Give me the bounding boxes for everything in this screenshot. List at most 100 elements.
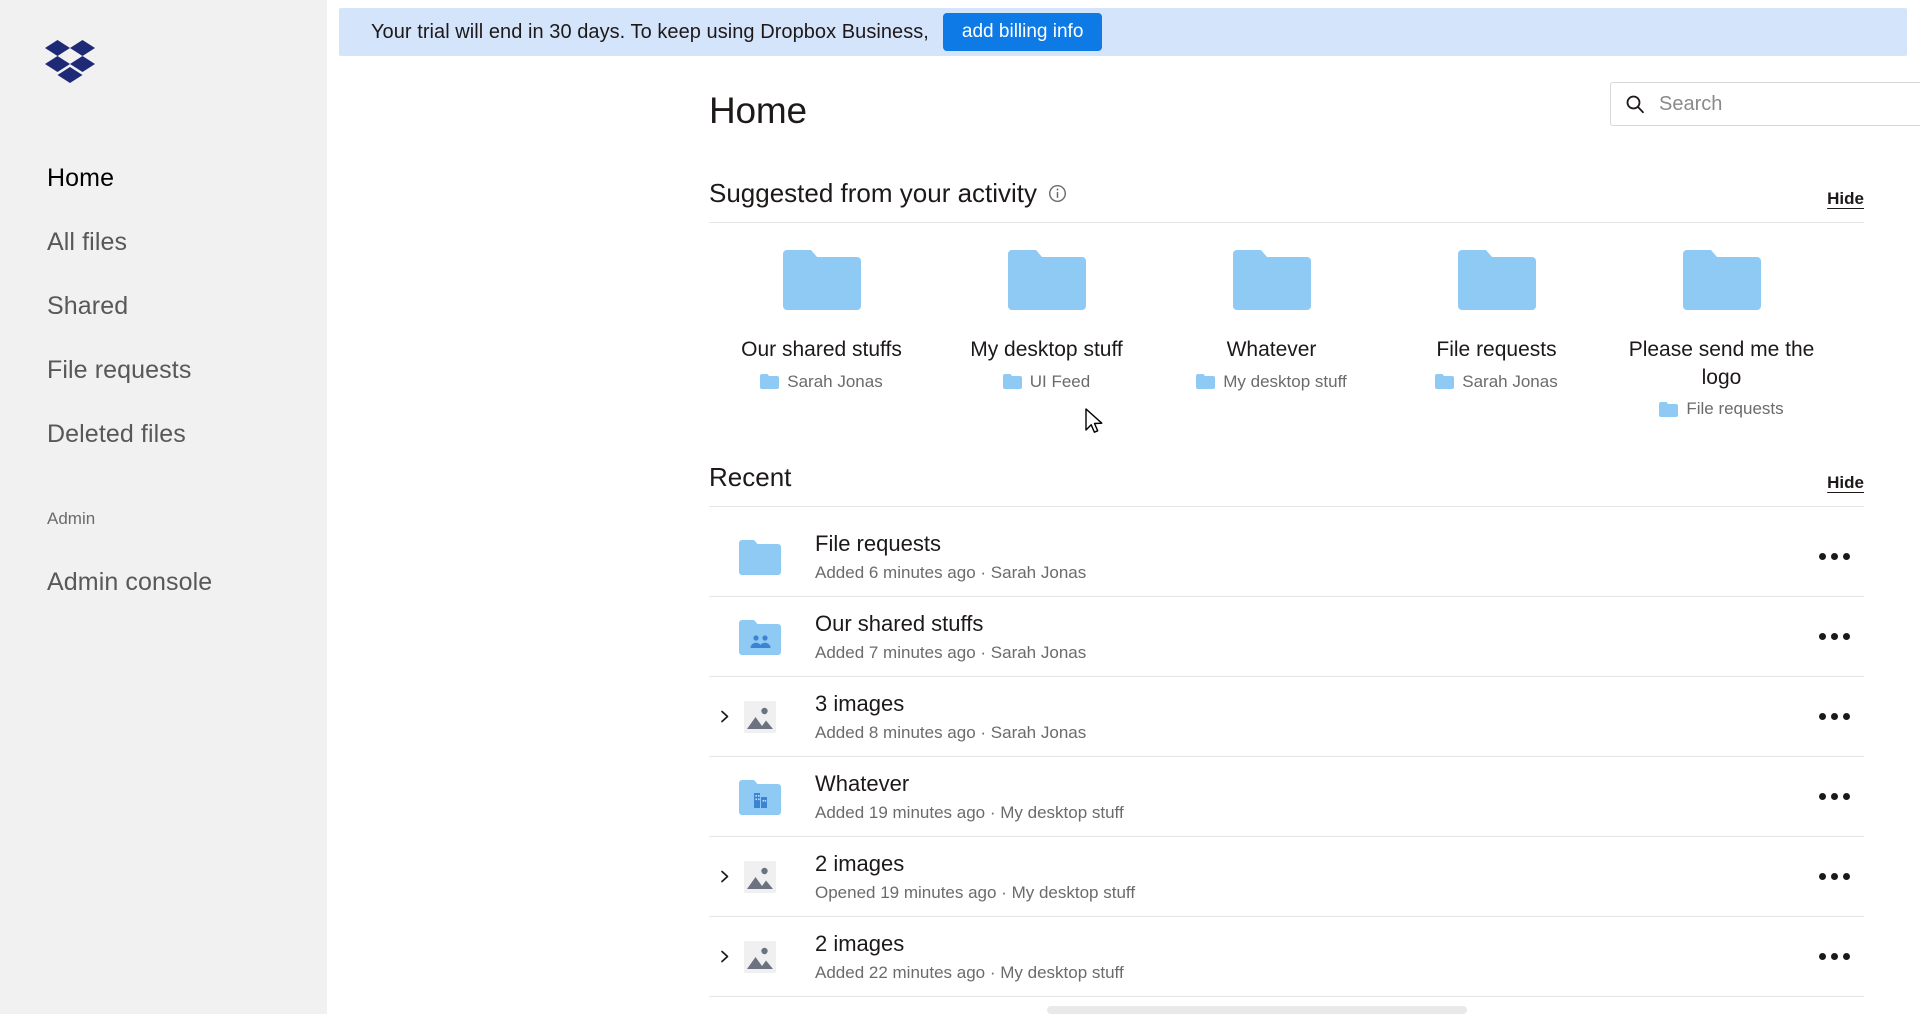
row-overflow-menu-button[interactable] [1804,953,1864,960]
table-row[interactable]: 2 images Opened 19 minutes ago · My desk… [709,837,1864,917]
suggested-hide-button[interactable]: Hide [1827,189,1864,209]
recent-hide-button[interactable]: Hide [1827,473,1864,493]
image-icon [744,860,776,893]
row-title: 2 images [815,851,905,877]
row-overflow-menu-button[interactable] [1804,553,1864,560]
suggested-title-wrap: Suggested from your activity [709,178,1067,209]
suggested-card-location-label: UI Feed [1029,371,1091,391]
search-box[interactable] [1610,82,1920,126]
row-overflow-menu-button[interactable] [1804,633,1864,640]
chevron-right-icon [720,710,728,723]
suggested-cards: Our shared stuffs Sarah Jonas My desktop… [709,248,1864,419]
row-text: 2 images Added 22 minutes ago · My deskt… [801,930,1804,983]
folder-icon [782,250,861,310]
row-text: 3 images Added 8 minutes ago · Sarah Jon… [801,690,1804,743]
row-text: Whatever Added 19 minutes ago · My deskt… [801,770,1804,823]
dropbox-home-page: Home All files Shared File requests Dele… [0,0,1920,1014]
row-title: Whatever [815,771,910,797]
suggested-card-name: File requests [1436,338,1557,361]
row-overflow-menu-button[interactable] [1804,873,1864,880]
suggested-title: Suggested from your activity [709,178,1038,208]
chevron-right-icon [720,870,728,883]
row-expand-button[interactable] [709,710,739,723]
sidebar-item-admin-console[interactable]: Admin console [0,550,327,614]
sidebar-item-all-files[interactable]: All files [0,210,327,274]
suggested-card-name: My desktop stuff [970,338,1123,361]
recent-title: Recent [709,462,792,492]
add-billing-info-button[interactable]: add billing info [942,13,1103,51]
row-overflow-menu-button[interactable] [1804,793,1864,800]
table-row[interactable]: Our shared stuffs Added 7 minutes ago · … [709,597,1864,677]
suggested-card-name: Please send me the logo [1628,338,1815,389]
folder-icon [1659,401,1679,417]
table-row[interactable]: File requests Added 6 minutes ago · Sara… [709,517,1864,597]
sidebar-item-shared[interactable]: Shared [0,274,327,338]
sidebar-item-home[interactable]: Home [0,146,327,210]
team-folder-icon [739,779,781,815]
search-input[interactable] [1659,92,1920,116]
suggested-card-location: UI Feed [1002,371,1091,392]
sidebar-item-file-requests[interactable]: File requests [0,338,327,402]
more-options-icon [1818,713,1850,720]
more-options-icon [1818,873,1850,880]
suggested-card[interactable]: Please send me the logo File requests [1609,248,1834,419]
suggested-card-location-label: File requests [1686,399,1784,419]
row-meta: Added 19 minutes ago · My desktop stuff [815,802,1124,822]
trial-banner-text: Your trial will end in 30 days. To keep … [371,20,929,43]
sidebar-item-deleted-files[interactable]: Deleted files [0,402,327,466]
folder-icon [1682,250,1761,310]
more-options-icon [1818,953,1850,960]
info-icon[interactable] [1048,184,1067,203]
more-options-icon [1818,633,1850,640]
row-overflow-menu-button[interactable] [1804,713,1864,720]
folder-icon [1232,250,1311,310]
horizontal-scrollbar[interactable] [1047,1006,1467,1014]
suggested-card[interactable]: My desktop stuff UI Feed [934,248,1159,419]
folder-icon [1002,374,1022,390]
search-icon [1626,95,1644,114]
row-icon-cell [739,779,801,815]
page-title: Home [709,90,807,131]
suggested-card[interactable]: Our shared stuffs Sarah Jonas [709,248,934,419]
row-icon-cell [739,539,801,575]
row-text: 2 images Opened 19 minutes ago · My desk… [801,850,1804,903]
sidebar-item-label: Deleted files [47,419,186,448]
row-icon-cell [739,619,801,655]
recent-section-header: Recent Hide [709,462,1864,507]
folder-icon [739,539,781,575]
suggested-card-name: Whatever [1226,338,1317,361]
row-title: File requests [815,531,941,557]
row-icon-cell [739,939,801,975]
folder-icon [1007,250,1086,310]
sidebar-item-label: Shared [47,291,129,320]
suggested-card[interactable]: Whatever My desktop stuff [1159,248,1384,419]
row-meta: Added 8 minutes ago · Sarah Jonas [815,722,1087,742]
row-expand-button[interactable] [709,870,739,883]
row-meta: Opened 19 minutes ago · My desktop stuff [815,882,1136,902]
row-text: File requests Added 6 minutes ago · Sara… [801,530,1804,583]
row-icon-cell [739,699,801,735]
dropbox-logo[interactable] [0,0,327,84]
row-title: 3 images [815,691,905,717]
suggested-card-name: Our shared stuffs [741,338,902,361]
more-options-icon [1818,553,1850,560]
table-row[interactable]: Whatever Added 19 minutes ago · My deskt… [709,757,1864,837]
chevron-right-icon [720,950,728,963]
table-row[interactable]: 2 images Added 22 minutes ago · My deskt… [709,917,1864,997]
row-icon-cell [739,859,801,895]
row-expand-button[interactable] [709,950,739,963]
recent-title-wrap: Recent [709,462,791,493]
folder-icon [1196,374,1216,390]
sidebar-nav: Home All files Shared File requests Dele… [0,146,327,614]
main-content: Your trial will end in 30 days. To keep … [327,0,1920,1014]
suggested-card[interactable]: File requests Sarah Jonas [1384,248,1609,419]
image-icon [744,700,776,733]
table-row[interactable]: 3 images Added 8 minutes ago · Sarah Jon… [709,677,1864,757]
suggested-card-location-label: Sarah Jonas [1462,371,1558,391]
row-title: 2 images [815,931,905,957]
suggested-card-location-label: My desktop stuff [1223,371,1347,391]
sidebar: Home All files Shared File requests Dele… [0,0,327,1014]
suggested-card-location: Sarah Jonas [760,371,883,392]
sidebar-item-label: All files [47,227,128,256]
suggested-card-location-label: Sarah Jonas [787,371,883,391]
